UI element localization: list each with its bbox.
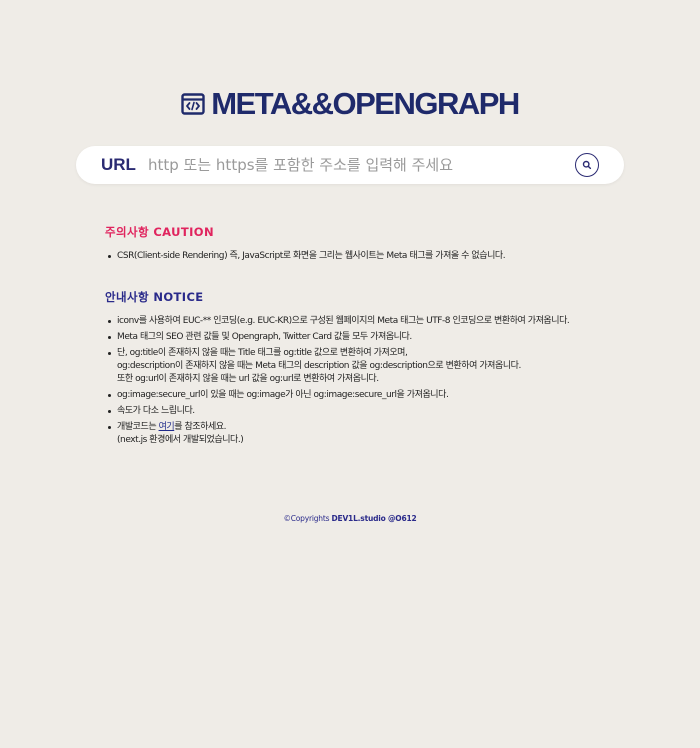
notice-item: 속도가 다소 느립니다. — [105, 405, 665, 418]
notice-item-line: 단, og:title이 존재하지 않을 때는 Title 태그를 og:tit… — [117, 348, 408, 358]
code-icon — [181, 93, 205, 115]
caution-list: CSR(Client-side Rendering) 즉, JavaScript… — [105, 250, 665, 263]
copyright-prefix: ©Copyrights — [283, 514, 332, 523]
caution-section: 주의사항 CAUTION CSR(Client-side Rendering) … — [105, 225, 665, 266]
url-input[interactable] — [148, 152, 568, 178]
notice-item-line: 또한 og:url이 존재하지 않을 때는 url 값을 og:url로 변환하… — [117, 374, 379, 384]
notice-item: Meta 태그의 SEO 관련 값들 및 Opengraph, Twitter … — [105, 331, 665, 344]
app-title: META&&OPENGRAPH — [211, 86, 520, 121]
notice-item-line: (next.js 환경에서 개발되었습니다.) — [117, 435, 244, 445]
notice-item-line: 개발코드는 여기를 참조하세요. — [117, 421, 665, 434]
notice-item: 단, og:title이 존재하지 않을 때는 Title 태그를 og:tit… — [105, 347, 665, 386]
source-code-suffix: 를 참조하세요. — [174, 422, 227, 432]
source-code-link[interactable]: 여기 — [159, 422, 175, 432]
caution-title: 주의사항 CAUTION — [105, 225, 214, 239]
app-logo: META&&OPENGRAPH — [0, 86, 700, 122]
copyright-brand: DEV1L.studio @O612 — [331, 514, 417, 523]
notice-item: og:image:secure_url이 있을 때는 og:image가 아닌 … — [105, 389, 665, 402]
notice-item-line: og:description이 존재하지 않을 때는 Meta 태그의 desc… — [117, 361, 521, 371]
url-label: URL — [101, 155, 136, 174]
notice-list: iconv를 사용하여 EUC-** 인코딩(e.g. EUC-KR)으로 구성… — [105, 315, 665, 447]
search-button[interactable] — [575, 153, 599, 177]
footer-copyright: ©Copyrights DEV1L.studio @O612 — [0, 513, 700, 524]
caution-item: CSR(Client-side Rendering) 즉, JavaScript… — [105, 250, 665, 263]
notice-section: 안내사항 NOTICE iconv를 사용하여 EUC-** 인코딩(e.g. … — [105, 290, 665, 450]
url-search-bar: URL — [76, 146, 624, 184]
notice-item: 개발코드는 여기를 참조하세요. (next.js 환경에서 개발되었습니다.) — [105, 421, 665, 447]
source-code-prefix: 개발코드는 — [117, 422, 159, 432]
notice-title: 안내사항 NOTICE — [105, 290, 204, 304]
notice-item: iconv를 사용하여 EUC-** 인코딩(e.g. EUC-KR)으로 구성… — [105, 315, 665, 328]
search-icon — [582, 160, 592, 170]
